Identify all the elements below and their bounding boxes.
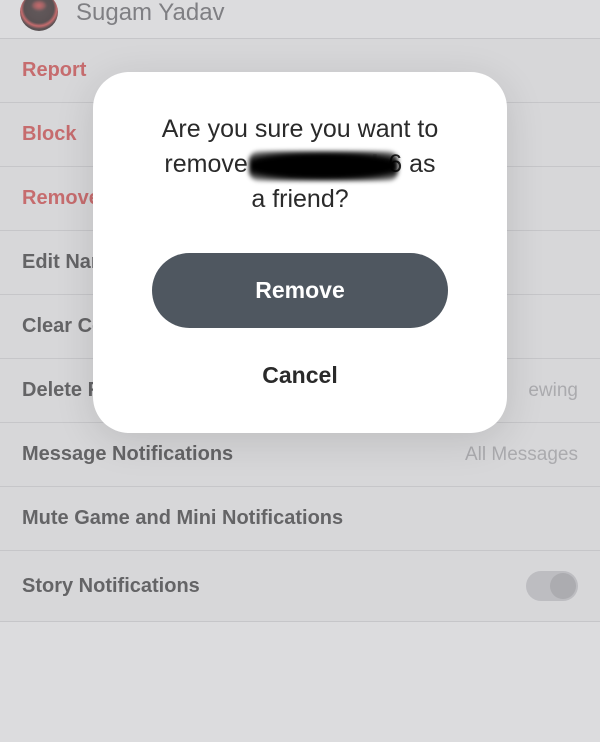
cancel-button[interactable]: Cancel	[123, 352, 477, 399]
modal-overlay: Are you sure you want to remove sugamyad…	[0, 0, 600, 742]
dialog-line1: Are you sure you want to	[162, 115, 439, 143]
dialog-title: Are you sure you want to remove sugamyad…	[123, 112, 477, 217]
dialog-line3: a friend?	[251, 185, 348, 213]
remove-button[interactable]: Remove	[152, 253, 448, 328]
dialog-line2-prefix: remove	[164, 150, 254, 178]
confirm-dialog: Are you sure you want to remove sugamyad…	[93, 72, 507, 433]
dialog-line2-suffix: as	[402, 150, 435, 178]
dialog-username-redacted: sugamyada	[255, 147, 393, 182]
